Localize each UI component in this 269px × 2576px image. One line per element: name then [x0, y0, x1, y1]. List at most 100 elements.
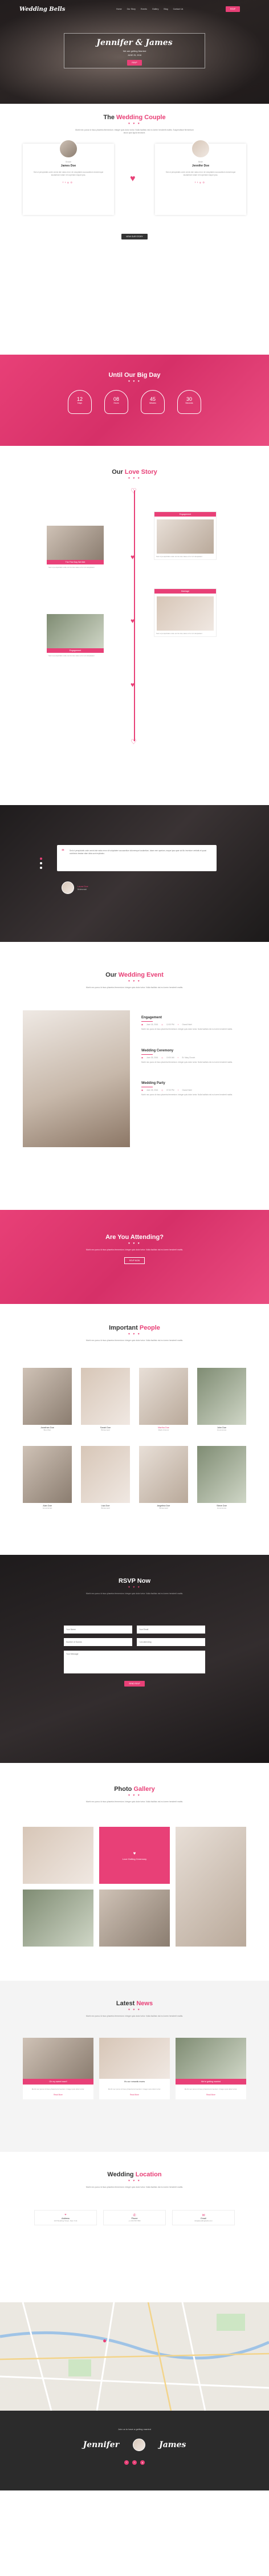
person-card[interactable]: Steve Doe Groomsman	[197, 1446, 246, 1509]
site-logo[interactable]: Wedding Bells	[19, 6, 65, 13]
attending-rsvp-button[interactable]: RSVP NOW	[124, 1257, 145, 1264]
attending-section: Are You Attending? ♥ ♥ ♥ Morbi nec purus…	[0, 1210, 269, 1304]
phone-box: ✆ Phone +1 234 567 890	[103, 2210, 166, 2225]
quote-icon: “	[62, 848, 64, 855]
testimonial-name: Laura Doe	[78, 885, 88, 888]
gallery-image[interactable]	[23, 1827, 93, 1884]
countdown-hours: 08 Hours	[104, 390, 128, 414]
nav-item-our-story[interactable]: Our Story	[127, 8, 136, 10]
hero-date: JUNE 25, 2016	[127, 54, 142, 56]
testimonial-role: Bridesmaid	[78, 888, 87, 891]
story-photo	[157, 519, 214, 554]
gallery-image-featured[interactable]: ♥ Love Getting Ceremony	[99, 1827, 170, 1884]
heart-divider-icon: ♥ ♥ ♥	[128, 380, 141, 383]
nav-item-gallery[interactable]: Gallery	[152, 8, 158, 10]
read-more-link[interactable]: Read More	[99, 2090, 170, 2099]
testimonial-quote: Sed ut perspiciatis unde omnis iste natu…	[70, 850, 207, 855]
slider-dot[interactable]	[40, 858, 42, 860]
person-card[interactable]: John Doe Groomsman	[197, 1368, 246, 1431]
heart-divider-icon: ♥ ♥ ♥	[128, 1242, 141, 1245]
nav-item-home[interactable]: Home	[116, 8, 122, 10]
testimonial-bubble: “ Sed ut perspiciatis unde omnis iste na…	[57, 845, 217, 871]
instagram-icon[interactable]: ◎	[70, 181, 74, 184]
heart-icon: ♥	[133, 1850, 136, 1856]
news-card[interactable]: We're getting married Morbi nec purus id…	[176, 2038, 246, 2100]
timeline-heart-icon: ♥	[131, 553, 135, 561]
hero-rsvp-button[interactable]: RSVP	[127, 60, 142, 66]
heart-divider-icon: ♥ ♥ ♥	[128, 1332, 141, 1336]
nav-item-contact[interactable]: Contact Us	[173, 8, 184, 10]
person-card[interactable]: Martha Doe Maid of Honor	[139, 1368, 188, 1431]
story-photo	[47, 614, 104, 648]
map-pin-icon[interactable]: ●	[103, 2337, 107, 2345]
story-item-title: Engagement	[47, 648, 104, 653]
view-story-button[interactable]: VIEW OUR STORY	[121, 234, 148, 239]
nav-rsvp-button[interactable]: RSVP	[226, 6, 241, 12]
twitter-icon[interactable]: t	[132, 2460, 137, 2465]
rsvp-guests-input[interactable]	[64, 1638, 132, 1646]
rsvp-name-input[interactable]	[64, 1626, 132, 1634]
read-more-link[interactable]: Read More	[176, 2090, 246, 2099]
slider-dot[interactable]	[40, 867, 42, 869]
email-icon: ✉	[202, 2214, 205, 2217]
person-card[interactable]: Alan Doe Groomsman	[23, 1446, 72, 1509]
nav-item-blog[interactable]: Blog	[164, 8, 168, 10]
rsvp-event-select[interactable]	[137, 1638, 205, 1646]
map[interactable]	[0, 2302, 269, 2411]
testimonial-avatar	[62, 881, 74, 894]
groom-card: Groom James Doe Sed ut perspiciatis unde…	[23, 139, 114, 215]
timeline-heart-icon: ♡	[131, 738, 137, 746]
rsvp-submit-button[interactable]: SEND RSVP	[124, 1681, 145, 1687]
rsvp-form: SEND RSVP	[64, 1626, 205, 1687]
timeline-line	[134, 490, 135, 741]
read-more-link[interactable]: Read More	[23, 2090, 93, 2099]
story-item-engagement: Engagement Sed ut perspiciatis unde omni…	[154, 511, 217, 560]
gallery-image[interactable]	[23, 1890, 93, 1947]
rsvp-email-input[interactable]	[137, 1626, 205, 1634]
event-item-ceremony: Wedding Ceremony ▣ June 25, 2016 ◷ 10:00 A…	[141, 1049, 233, 1063]
news-card[interactable]: It's our romantic moms Morbi nec purus i…	[99, 2038, 170, 2100]
groom-text: Sed ut perspiciatis unde omnis iste natu…	[33, 171, 104, 176]
gallery-section: Photo Gallery ♥ ♥ ♥ Morbi nec purus id r…	[0, 1763, 269, 1981]
story-item-title: The First Day We Met	[47, 560, 104, 564]
people-lead: Morbi nec purus id risus pharetra fermen…	[85, 1339, 184, 1342]
google-icon[interactable]: g	[140, 2460, 145, 2465]
countdown-seconds: 30 Seconds	[177, 390, 201, 414]
timeline-heart-icon: ♥	[131, 617, 135, 625]
person-card[interactable]: Angelina Doe Bridesmaid	[139, 1446, 188, 1509]
location-info: ⌖ Address 123 Wedding Street, New York ✆…	[34, 2210, 235, 2225]
clock-icon: ◷	[161, 1089, 164, 1092]
countdown-minutes: 45 Minutes	[141, 390, 165, 414]
story-photo	[157, 596, 214, 631]
gallery-image[interactable]	[176, 1827, 246, 1947]
nav-item-events[interactable]: Events	[141, 8, 147, 10]
news-card[interactable]: Oh my sweet heart! Morbi nec purus id ri…	[23, 2038, 93, 2100]
bride-text: Sed ut perspiciatis unde omnis iste natu…	[165, 171, 236, 176]
story-item-proposal: Engagement Sed ut perspiciatis unde omni…	[47, 614, 104, 659]
calendar-icon: ▣	[141, 1089, 144, 1092]
event-item-party: Wedding Party ▣ June 25, 2016 ◷ 07:00 PM ⌖…	[141, 1082, 233, 1096]
footer-section: Join us to have a getting married Jennif…	[0, 2411, 269, 2490]
map-section[interactable]: ●	[0, 2302, 269, 2411]
facebook-icon[interactable]: f	[124, 2460, 129, 2465]
rsvp-message-input[interactable]	[64, 1651, 205, 1673]
heart-divider-icon: ♥ ♥ ♥	[128, 1794, 141, 1797]
slider-dot[interactable]	[40, 862, 42, 864]
location-icon: ⌖	[177, 1056, 179, 1059]
person-card[interactable]: Lisa Doe Bridesmaid	[81, 1446, 130, 1509]
footer-line: Join us to have a getting married	[117, 2428, 152, 2431]
location-icon: ⌖	[64, 2213, 67, 2217]
heart-divider-icon: ♥ ♥ ♥	[128, 2008, 141, 2012]
couple-title: The Wedding Couple	[103, 114, 166, 121]
countdown-timer: 12 Days 08 Hours 45 Minutes 30 Seconds	[0, 390, 269, 414]
person-card[interactable]: Sarah Doe Bridesmaid	[81, 1368, 130, 1431]
person-card[interactable]: Jonathan Doe Best Man	[23, 1368, 72, 1431]
countdown-section: Until Our Big Day ♥ ♥ ♥ 12 Days 08 Hours…	[0, 355, 269, 446]
testimonial-section: “ Sed ut perspiciatis unde omnis iste na…	[0, 805, 269, 942]
story-item-text: Sed ut perspiciatis unde omnis iste natu…	[48, 655, 95, 657]
attending-title: Are You Attending?	[105, 1234, 164, 1241]
nav-bar: Wedding Bells Home Our Story Events Gall…	[0, 0, 269, 18]
bride-card: Bride Jennifer Doe Sed ut perspiciatis u…	[155, 139, 246, 215]
gallery-image[interactable]	[99, 1890, 170, 1947]
instagram-icon[interactable]: ◎	[202, 181, 206, 184]
